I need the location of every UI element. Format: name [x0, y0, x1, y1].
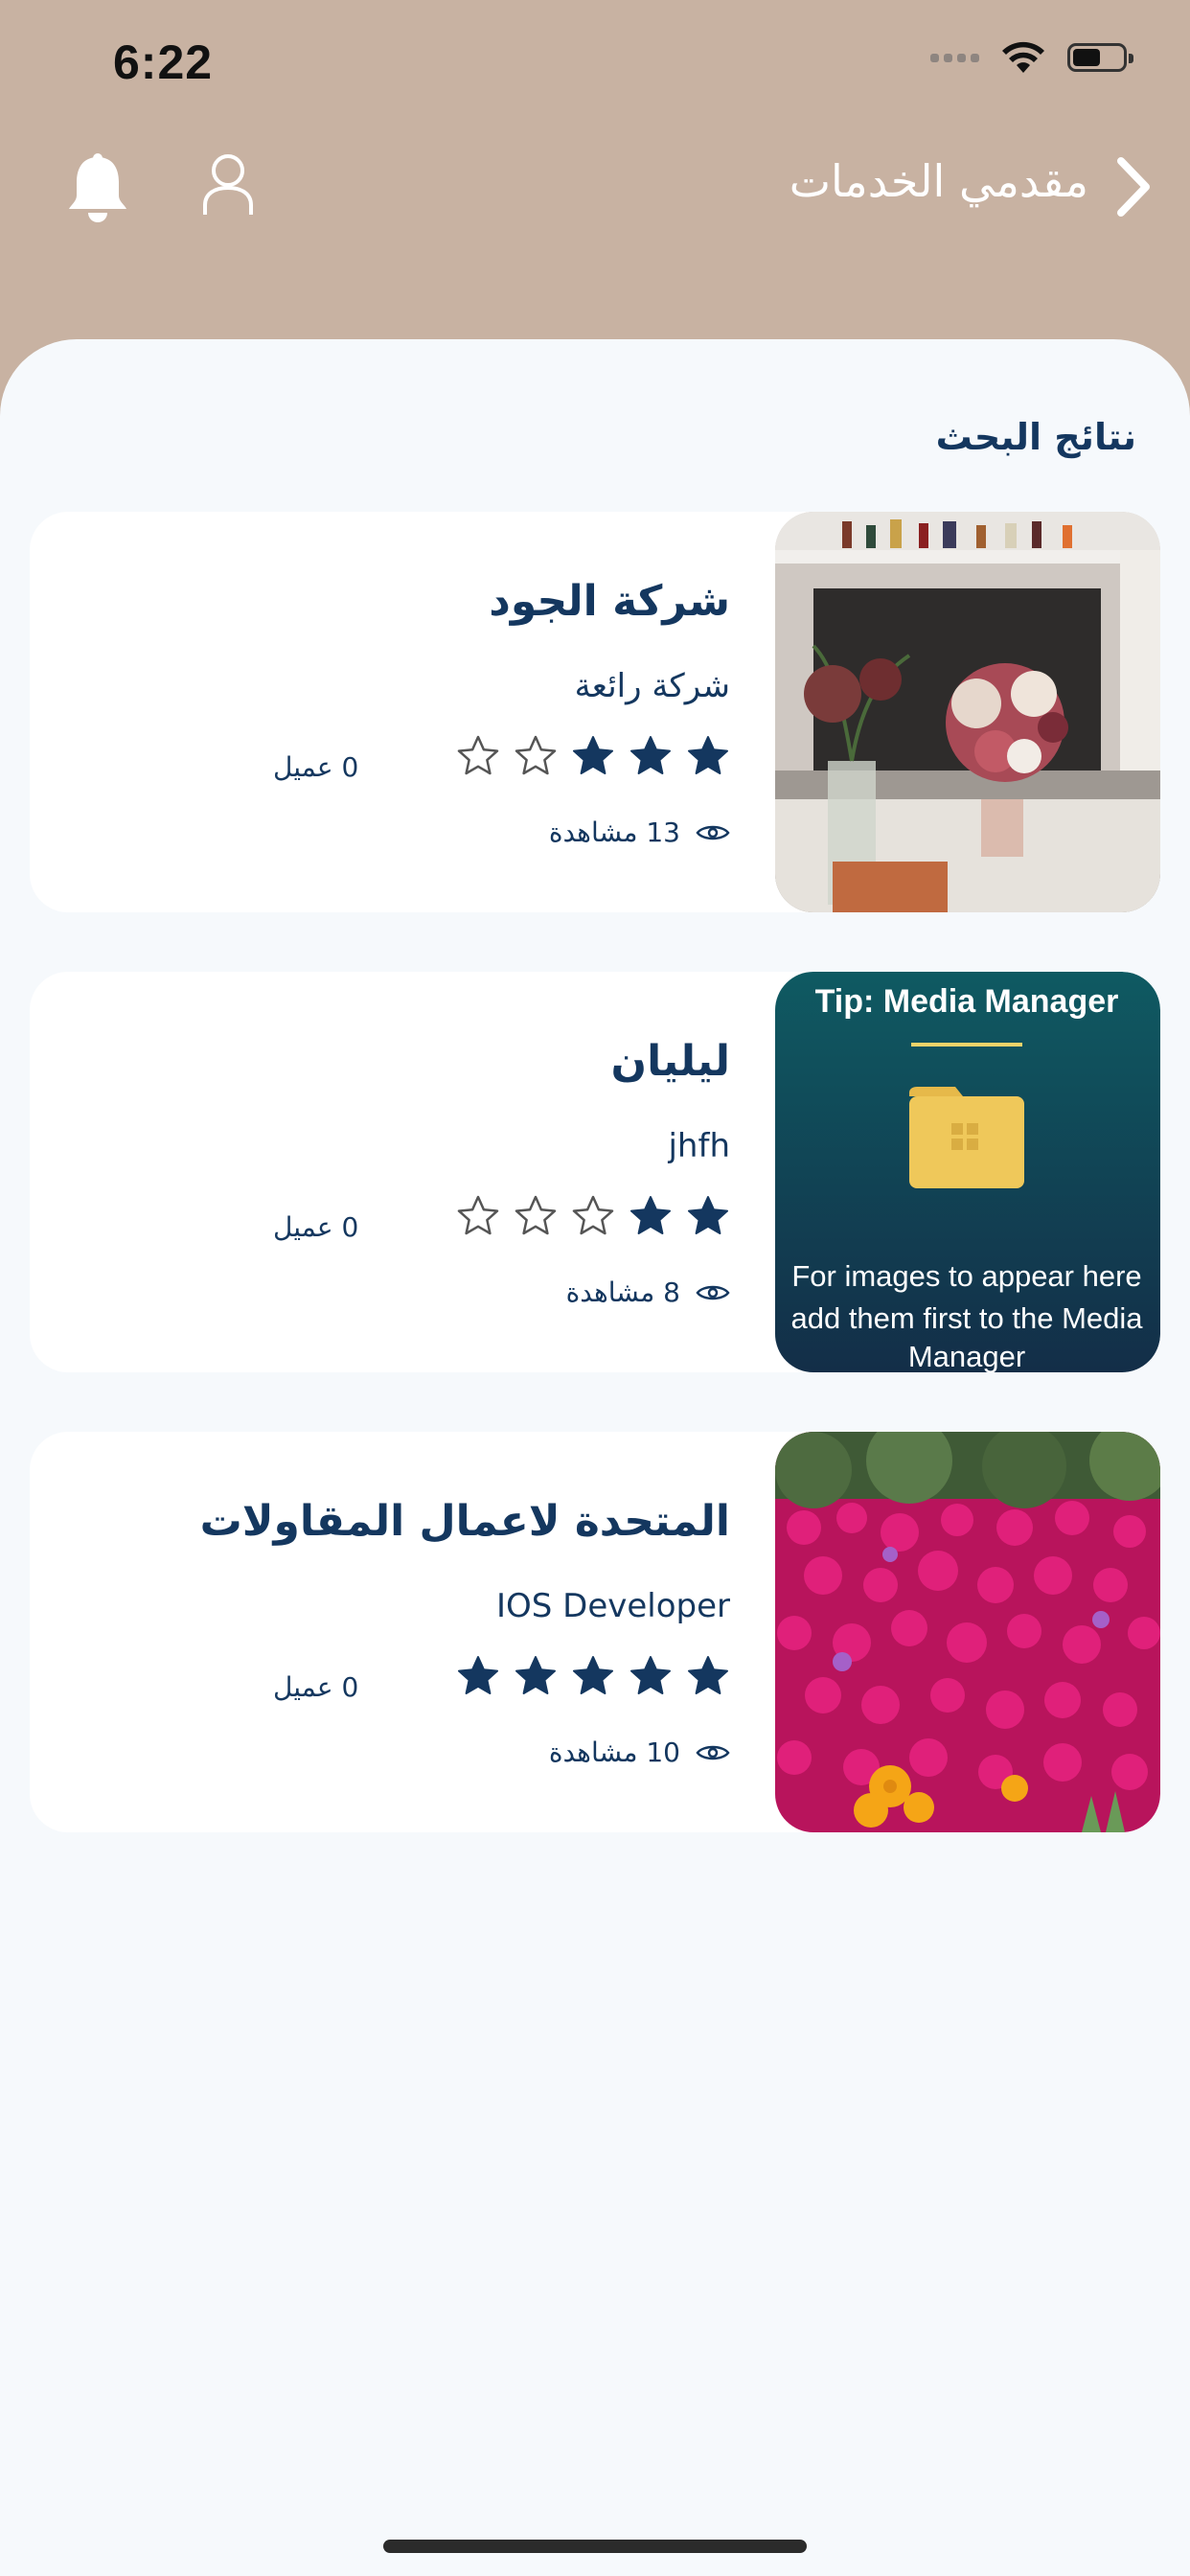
star-filled-icon — [630, 1656, 671, 1694]
result-card[interactable]: شركة الجود شركة رائعة 0 عميل 13 مشاهدة — [30, 512, 1160, 912]
eye-icon — [696, 825, 730, 840]
provider-photo — [775, 1432, 1160, 1832]
star-outline-icon — [457, 735, 499, 775]
star-filled-icon — [573, 1656, 613, 1694]
page-title: مقدمي الخدمات — [789, 155, 1088, 207]
views-row: 10 مشاهدة — [549, 1736, 730, 1768]
star-filled-icon — [688, 736, 728, 774]
status-indicators — [930, 40, 1133, 75]
provider-subtitle: شركة رائعة — [574, 667, 730, 705]
star-outline-icon — [515, 1195, 557, 1235]
media-manager-line2: add them first to the Media — [790, 1301, 1143, 1335]
media-manager-line3: Manager — [908, 1340, 1025, 1372]
views-row: 8 مشاهدة — [566, 1276, 730, 1308]
notification-bell-icon[interactable] — [63, 151, 132, 224]
views-row: 13 مشاهدة — [549, 816, 730, 848]
star-outline-icon — [457, 1195, 499, 1235]
provider-name: المتحدة لاعمال المقاولات — [199, 1497, 730, 1546]
star-filled-icon — [688, 1196, 728, 1234]
star-filled-icon — [515, 1656, 556, 1694]
star-filled-icon — [630, 1196, 671, 1234]
star-filled-icon — [688, 1656, 728, 1694]
views-count: 10 مشاهدة — [548, 1736, 680, 1768]
rating-stars — [456, 1654, 730, 1698]
provider-photo: Tip: Media Manager For images to appear … — [775, 972, 1160, 1372]
provider-photo — [775, 512, 1160, 912]
eye-icon — [696, 1745, 730, 1760]
star-outline-icon — [572, 1195, 614, 1235]
clients-count: 0 عميل — [273, 1671, 359, 1703]
section-title: نتائج البحث — [935, 416, 1136, 458]
result-card[interactable]: المتحدة لاعمال المقاولات IOS Developer 0… — [30, 1432, 1160, 1832]
provider-subtitle: jhfh — [668, 1127, 730, 1165]
star-outline-icon — [515, 735, 557, 775]
user-profile-icon[interactable] — [199, 151, 257, 217]
cellular-signal-icon — [930, 53, 979, 62]
rating-stars — [456, 734, 730, 778]
rating-stars — [456, 1194, 730, 1238]
battery-icon — [1067, 43, 1133, 72]
provider-name: ليليان — [610, 1037, 730, 1086]
media-manager-line1: For images to appear here — [791, 1259, 1141, 1293]
provider-name: شركة الجود — [489, 577, 730, 626]
wifi-icon — [1002, 41, 1044, 73]
views-count: 8 مشاهدة — [565, 1276, 680, 1308]
content-sheet: نتائج البحث شركة الجود شركة رائعة 0 عميل… — [0, 339, 1190, 2576]
status-time: 6:22 — [113, 35, 214, 89]
provider-subtitle: IOS Developer — [495, 1587, 730, 1625]
home-indicator — [383, 2540, 807, 2553]
media-manager-heading: Tip: Media Manager — [815, 983, 1119, 1020]
star-filled-icon — [458, 1656, 498, 1694]
star-filled-icon — [630, 736, 671, 774]
back-chevron-icon[interactable] — [1110, 153, 1157, 220]
clients-count: 0 عميل — [273, 1211, 359, 1243]
clients-count: 0 عميل — [273, 751, 359, 783]
eye-icon — [696, 1285, 730, 1300]
star-filled-icon — [573, 736, 613, 774]
result-card[interactable]: Tip: Media Manager For images to appear … — [30, 972, 1160, 1372]
views-count: 13 مشاهدة — [548, 816, 680, 848]
